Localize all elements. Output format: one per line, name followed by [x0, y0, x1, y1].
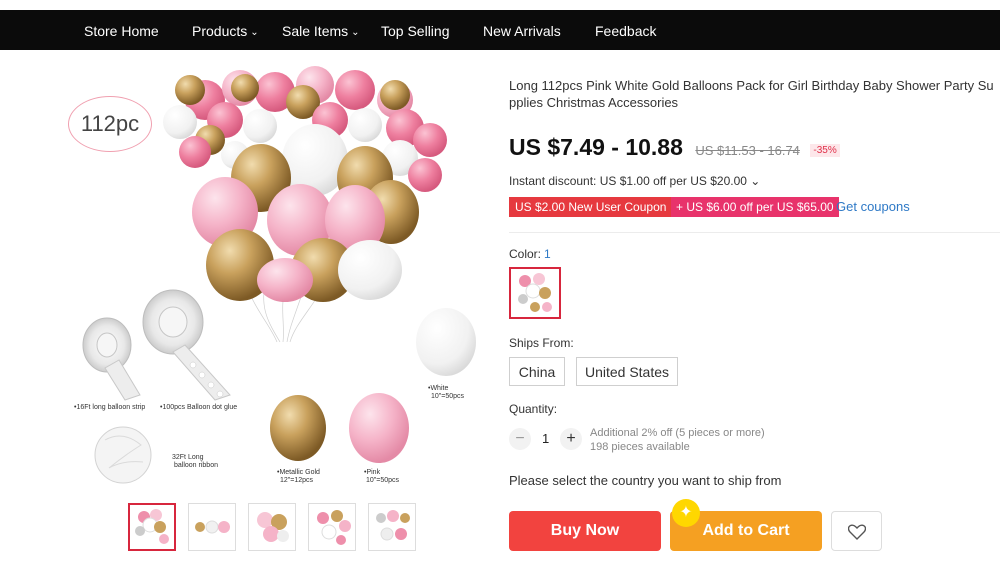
caption-white-1: •White — [428, 385, 449, 392]
chevron-down-icon: ⌄ — [351, 27, 360, 38]
nav-products-label: Products — [192, 23, 248, 39]
quantity-label: Quantity: — [509, 402, 558, 416]
store-navbar: Store Home Products ⌄ Sale Items ⌄ Top Sel… — [0, 10, 1000, 50]
color-option-swatch[interactable] — [509, 267, 561, 319]
nav-products[interactable]: Products ⌄ — [192, 10, 259, 50]
product-price: US $7.49 - 10.88 — [509, 134, 683, 160]
discount-badge: -35% — [810, 144, 840, 157]
store-coupon[interactable]: + US $6.00 off per US $65.00 — [671, 197, 839, 217]
caption-pink-2: 10"=50pcs — [366, 477, 400, 484]
color-label: Color: — [509, 247, 542, 261]
new-user-coupon[interactable]: US $2.00 New User Coupon — [509, 197, 673, 217]
color-count: 1 — [544, 247, 551, 261]
thumbnail-2[interactable] — [188, 503, 236, 551]
caption-glue: •100pcs Balloon dot glue — [160, 404, 238, 411]
ships-from-china[interactable]: China — [509, 357, 565, 386]
buy-now-button[interactable]: Buy Now — [509, 511, 661, 551]
caption-ribbon-2: balloon ribbon — [174, 462, 218, 469]
nav-feedback[interactable]: Feedback — [595, 10, 656, 50]
color-swatch-image — [518, 273, 552, 312]
bulk-discount-note: Additional 2% off (5 pieces or more) — [590, 427, 765, 439]
quantity-increase-button[interactable]: + — [560, 428, 582, 450]
instant-discount[interactable]: Instant discount: US $1.00 off per US $2… — [509, 174, 760, 188]
thumbnail-3-image — [257, 512, 289, 542]
wishlist-button[interactable] — [831, 511, 882, 551]
nav-top-selling-label: Top Selling — [381, 23, 450, 39]
thumbnail-5-image — [376, 510, 410, 541]
nav-sale-items-label: Sale Items — [282, 23, 349, 39]
thumbnail-4[interactable] — [308, 503, 356, 551]
product-title-line-1: Long 112pcs Pink White Gold Balloons Pac… — [509, 78, 994, 93]
product-title: Long 112pcs Pink White Gold Balloons Pac… — [509, 77, 1000, 111]
select-country-prompt: Please select the country you want to sh… — [509, 473, 782, 488]
caption-strip: •16Ft long balloon strip — [74, 404, 146, 411]
product-title-line-2: pplies Christmas Accessories — [509, 95, 679, 110]
thumbnail-2-image — [195, 520, 230, 534]
price-row: US $7.49 - 10.88 US $11.53 - 16.74 -35% — [509, 134, 840, 164]
nav-new-arrivals-label: New Arrivals — [483, 23, 561, 39]
thumbnail-1-image — [135, 509, 169, 544]
thumbnail-3[interactable] — [248, 503, 296, 551]
ships-from-label: Ships From: — [509, 336, 574, 350]
pack-count-badge: 112pc — [68, 96, 152, 152]
sparkle-icon: ✦ — [672, 499, 700, 527]
quantity-value[interactable]: 1 — [542, 431, 549, 446]
stock-available: 198 pieces available — [590, 441, 690, 453]
divider — [509, 232, 1000, 233]
nav-sale-items[interactable]: Sale Items ⌄ — [282, 10, 360, 50]
caption-white-2: 10"=50pcs — [431, 393, 465, 400]
quantity-decrease-button[interactable]: − — [509, 428, 531, 450]
caption-pink-1: •Pink — [364, 469, 381, 476]
original-price: US $11.53 - 16.74 — [695, 143, 800, 158]
caption-gold-2: 12"=12pcs — [280, 477, 314, 484]
get-coupons-link[interactable]: Get coupons — [836, 199, 910, 214]
ships-from-united-states[interactable]: United States — [576, 357, 678, 386]
caption-ribbon-1: 32Ft Long — [172, 454, 204, 461]
nav-feedback-label: Feedback — [595, 23, 657, 39]
caption-gold-1: •Metallic Gold — [277, 469, 320, 476]
nav-top-selling[interactable]: Top Selling — [381, 10, 450, 50]
quantity-note: Additional 2% off (5 pieces or more) 198… — [590, 426, 765, 454]
thumbnail-5[interactable] — [368, 503, 416, 551]
nav-store-home-label: Store Home — [84, 23, 159, 39]
heart-icon — [847, 524, 866, 540]
nav-new-arrivals[interactable]: New Arrivals — [483, 10, 561, 50]
thumbnail-1[interactable] — [128, 503, 176, 551]
color-label-row: Color: 1 — [509, 247, 551, 261]
chevron-down-icon: ⌄ — [250, 27, 259, 38]
nav-store-home[interactable]: Store Home — [84, 10, 159, 50]
thumbnail-4-image — [317, 510, 351, 545]
